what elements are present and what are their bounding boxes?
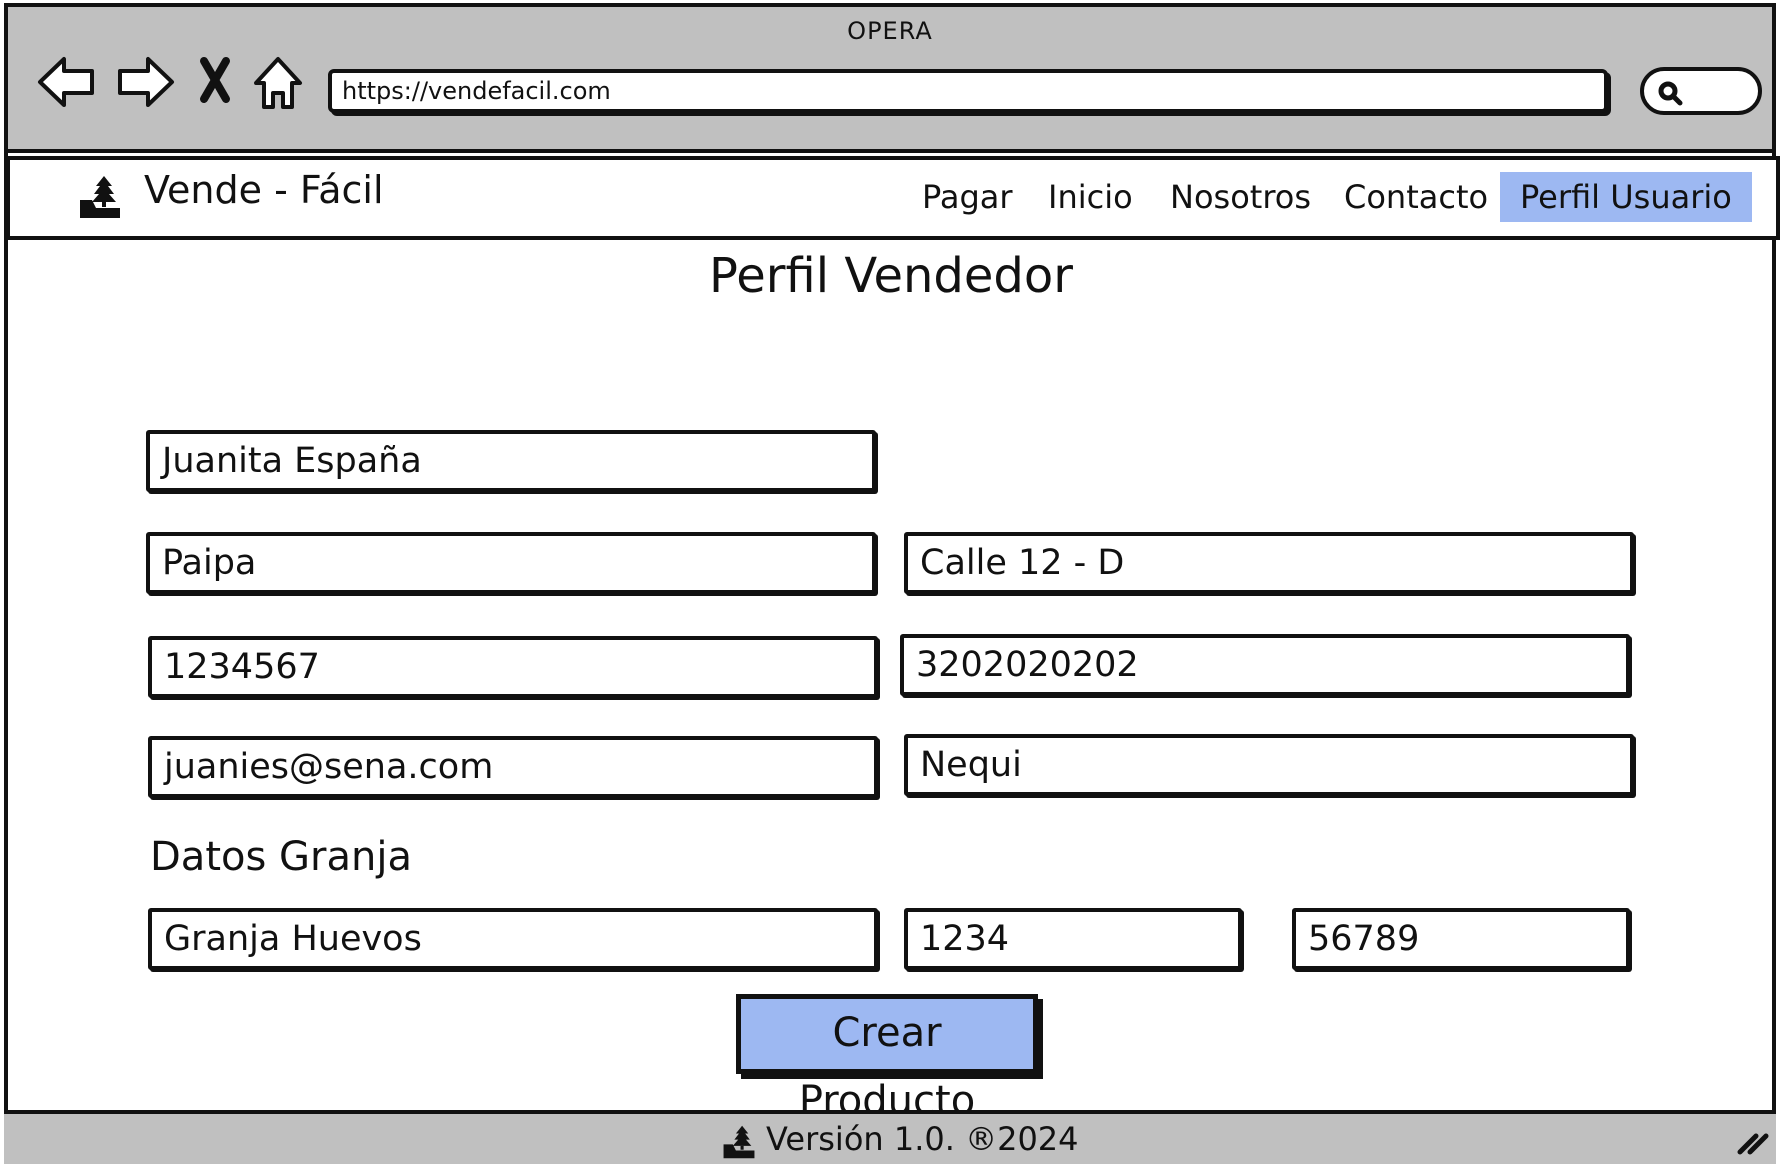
nav-link-pagar[interactable]: Pagar [922, 172, 1013, 222]
farm-code-field-2[interactable]: 56789 [1292, 908, 1630, 970]
back-arrow-icon[interactable] [36, 51, 98, 113]
farm-section-label: Datos Granja [150, 834, 412, 880]
phone-field[interactable]: 3202020202 [900, 634, 1630, 696]
footer-version-text: Versión 1.0. ®2024 [766, 1120, 1079, 1158]
payment-method-field[interactable]: Nequi [904, 734, 1634, 796]
name-field[interactable]: Juanita España [146, 430, 876, 492]
city-field[interactable]: Paipa [146, 532, 876, 594]
id-number-field[interactable]: 1234567 [148, 636, 878, 698]
browser-title: OPERA [847, 17, 933, 45]
landscape-tree-icon [78, 174, 122, 224]
browser-search-input[interactable] [1640, 67, 1762, 115]
nav-link-contacto[interactable]: Contacto [1344, 172, 1488, 222]
page-title: Perfil Vendedor [709, 248, 1073, 304]
browser-chrome: OPERA https://vendefacil.com [4, 3, 1776, 153]
home-icon[interactable] [250, 51, 312, 113]
nav-link-perfil-usuario[interactable]: Perfil Usuario [1500, 172, 1752, 222]
create-product-button[interactable]: Crear Producto [736, 994, 1038, 1124]
footer: Versión 1.0. ®2024 [4, 1110, 1776, 1164]
site-header: Vende - Fácil Pagar Inicio Nosotros Cont… [6, 156, 1780, 240]
address-field[interactable]: Calle 12 - D [904, 532, 1634, 594]
close-icon[interactable] [194, 51, 256, 113]
search-icon [1658, 81, 1683, 106]
email-field[interactable]: juanies@sena.com [148, 736, 878, 798]
farm-name-field[interactable]: Granja Huevos [148, 908, 878, 970]
forward-arrow-icon[interactable] [114, 51, 176, 113]
nav-link-nosotros[interactable]: Nosotros [1170, 172, 1311, 222]
nav-link-inicio[interactable]: Inicio [1048, 172, 1133, 222]
landscape-tree-icon [722, 1124, 756, 1164]
resize-handle-icon[interactable] [1736, 1128, 1770, 1160]
url-input[interactable]: https://vendefacil.com [328, 69, 1608, 113]
farm-code-field-1[interactable]: 1234 [904, 908, 1242, 970]
site-title: Vende - Fácil [144, 168, 384, 212]
